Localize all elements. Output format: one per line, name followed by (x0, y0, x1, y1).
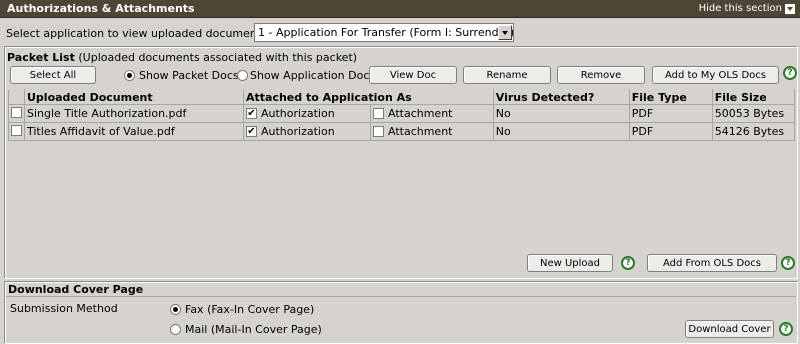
dropdown-arrow-icon[interactable] (498, 25, 512, 40)
authorization-label: Authorization (261, 107, 335, 120)
file-size-value: 54126 Bytes (711, 122, 796, 141)
row-select-checkbox[interactable] (11, 106, 22, 118)
mail-option[interactable]: Mail (Mail-In Cover Page) (170, 323, 322, 336)
attachment-label: Attachment (388, 125, 453, 138)
application-select[interactable]: 1 - Application For Transfer (Form I: Su… (254, 23, 514, 42)
authorization-cell: ✔ Authorization (243, 122, 371, 141)
show-packet-docs-option[interactable]: Show Packet Docs (124, 69, 239, 82)
help-icon[interactable]: ? (783, 66, 797, 80)
add-from-ols-docs-button[interactable]: Add From OLS Docs (647, 254, 777, 272)
virus-detected-value: No (492, 122, 630, 141)
authorization-cell: ✔ Authorization (243, 104, 371, 123)
attachment-checkbox[interactable] (373, 108, 384, 119)
select-column-header (8, 89, 25, 105)
uploaded-document-header: Uploaded Document (24, 89, 244, 105)
chevron-down-icon (785, 3, 795, 14)
file-type-header: File Type (628, 89, 713, 105)
file-type-value: PDF (628, 122, 713, 141)
attachment-cell: Attachment (370, 122, 494, 141)
hide-section-link[interactable]: Hide this section (699, 3, 795, 14)
attached-as-header: Attached to Application As (243, 89, 494, 105)
rename-button[interactable]: Rename (463, 66, 551, 84)
attachment-cell: Attachment (370, 104, 494, 123)
select-all-button[interactable]: Select All (10, 66, 96, 84)
virus-detected-value: No (492, 104, 630, 123)
row-select-cell (8, 122, 25, 141)
authorization-label: Authorization (261, 125, 335, 138)
table-header-row: Uploaded Document Attached to Applicatio… (8, 89, 796, 105)
row-select-checkbox[interactable] (11, 124, 22, 136)
add-to-my-ols-docs-button[interactable]: Add to My OLS Docs (652, 66, 779, 84)
remove-button[interactable]: Remove (557, 66, 645, 84)
attachment-label: Attachment (388, 107, 453, 120)
help-icon[interactable]: ? (621, 256, 635, 270)
section-header: Authorizations & Attachments Hide this s… (0, 0, 800, 18)
show-application-docs-option[interactable]: Show Application Docs (237, 69, 375, 82)
view-doc-button[interactable]: View Doc (369, 66, 457, 84)
section-title: Authorizations & Attachments (7, 2, 195, 15)
document-name: Titles Affidavit of Value.pdf (24, 122, 244, 141)
fax-option[interactable]: Fax (Fax-In Cover Page) (170, 303, 314, 316)
mail-radio[interactable] (170, 324, 181, 335)
show-packet-docs-radio[interactable] (124, 70, 135, 81)
file-size-header: File Size (711, 89, 796, 105)
document-name: Single Title Authorization.pdf (24, 104, 244, 123)
application-select-value: 1 - Application For Transfer (Form I: Su… (258, 26, 515, 39)
file-type-value: PDF (628, 104, 713, 123)
download-cover-button[interactable]: Download Cover (685, 320, 774, 338)
fax-radio[interactable] (170, 304, 181, 315)
virus-detected-header: Virus Detected? (492, 89, 630, 105)
packet-list-title: Packet List (7, 51, 75, 64)
help-icon[interactable]: ? (781, 256, 795, 270)
mail-label: Mail (Mail-In Cover Page) (185, 323, 322, 336)
file-size-value: 50053 Bytes (711, 104, 796, 123)
show-application-docs-radio[interactable] (237, 70, 248, 81)
help-icon[interactable]: ? (779, 322, 793, 336)
row-select-cell (8, 104, 25, 123)
table-row: Titles Affidavit of Value.pdf ✔ Authoriza… (8, 122, 796, 141)
new-upload-button[interactable]: New Upload (527, 254, 613, 272)
application-select-label: Select application to view uploaded docu… (6, 27, 271, 40)
documents-table: Uploaded Document Attached to Applicatio… (8, 89, 796, 141)
attachment-checkbox[interactable] (373, 126, 384, 137)
submission-method-label: Submission Method (10, 302, 118, 315)
table-row: Single Title Authorization.pdf ✔ Authoriz… (8, 104, 796, 123)
packet-list-subtitle: (Uploaded documents associated with this… (78, 51, 358, 64)
authorization-checkbox[interactable]: ✔ (246, 126, 257, 137)
fax-label: Fax (Fax-In Cover Page) (185, 303, 315, 316)
download-cover-title: Download Cover Page (8, 283, 144, 296)
divider (6, 296, 796, 297)
packet-list-heading: Packet List (Uploaded documents associat… (7, 51, 357, 64)
hide-section-label: Hide this section (698, 3, 782, 14)
show-application-docs-label: Show Application Docs (250, 69, 376, 82)
show-packet-docs-label: Show Packet Docs (139, 69, 239, 82)
authorization-checkbox[interactable]: ✔ (246, 108, 257, 119)
